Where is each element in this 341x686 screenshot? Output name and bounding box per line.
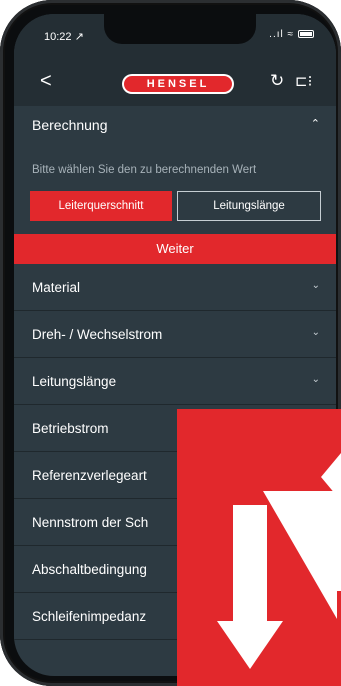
back-icon[interactable]: < xyxy=(40,70,52,93)
signal-text: ..ıl ≈ xyxy=(269,29,294,40)
option-leitungslaenge[interactable]: Leitungslänge xyxy=(177,191,321,221)
refresh-icon[interactable]: ↻ xyxy=(270,71,284,91)
app-header: < HENSEL ↻ ⊏⁝ xyxy=(14,58,336,106)
list-item-current-type[interactable]: Dreh- / Wechselstrom ⌄ xyxy=(14,311,336,358)
chevron-up-icon: ⌃ xyxy=(310,118,320,130)
list-item-label: Leitungslänge xyxy=(32,374,117,389)
section-title: Berechnung xyxy=(32,117,108,133)
plug-icon[interactable]: ⊏⁝ xyxy=(295,72,312,90)
status-time: 10:22 ↗ xyxy=(44,31,84,43)
list-item-label: Material xyxy=(32,280,81,295)
list-item-cable-length[interactable]: Leitungslänge ⌄ xyxy=(14,358,336,405)
chevron-down-icon: ⌄ xyxy=(311,327,320,338)
chevron-down-icon: ⌄ xyxy=(311,374,320,385)
hensel-n-logo-overlay xyxy=(177,409,341,686)
notch xyxy=(104,14,256,44)
continue-button[interactable]: Weiter xyxy=(14,234,336,264)
signal-wifi-icon: ..ıl ≈ xyxy=(269,29,314,40)
list-item-label: Dreh- / Wechselstrom xyxy=(32,327,163,342)
hensel-n-arrow-icon xyxy=(217,453,341,669)
list-item-material[interactable]: Material ⌄ xyxy=(14,264,336,311)
list-item-label: Nennstrom der Sch xyxy=(32,515,149,530)
hensel-logo: HENSEL xyxy=(122,74,234,94)
section-hint: Bitte wählen Sie den zu berechnenden Wer… xyxy=(32,164,257,176)
status-bar: 10:22 ↗ ..ıl ≈ xyxy=(14,14,336,58)
chevron-down-icon: ⌄ xyxy=(311,280,320,291)
section-berechnung-header[interactable]: Berechnung ⌃ xyxy=(14,106,336,142)
main-content: Berechnung ⌃ Bitte wählen Sie den zu ber… xyxy=(14,106,336,640)
option-leiterquerschnitt[interactable]: Leiterquerschnitt xyxy=(30,191,172,221)
logo-text: HENSEL xyxy=(124,76,232,92)
list-item-label: Schleifenimpedanz xyxy=(32,609,147,624)
list-item-label: Betriebstrom xyxy=(32,421,109,436)
list-item-label: Abschaltbedingung xyxy=(32,562,147,577)
list-item-label: Referenzverlegeart xyxy=(32,468,147,483)
battery-icon xyxy=(298,30,314,39)
